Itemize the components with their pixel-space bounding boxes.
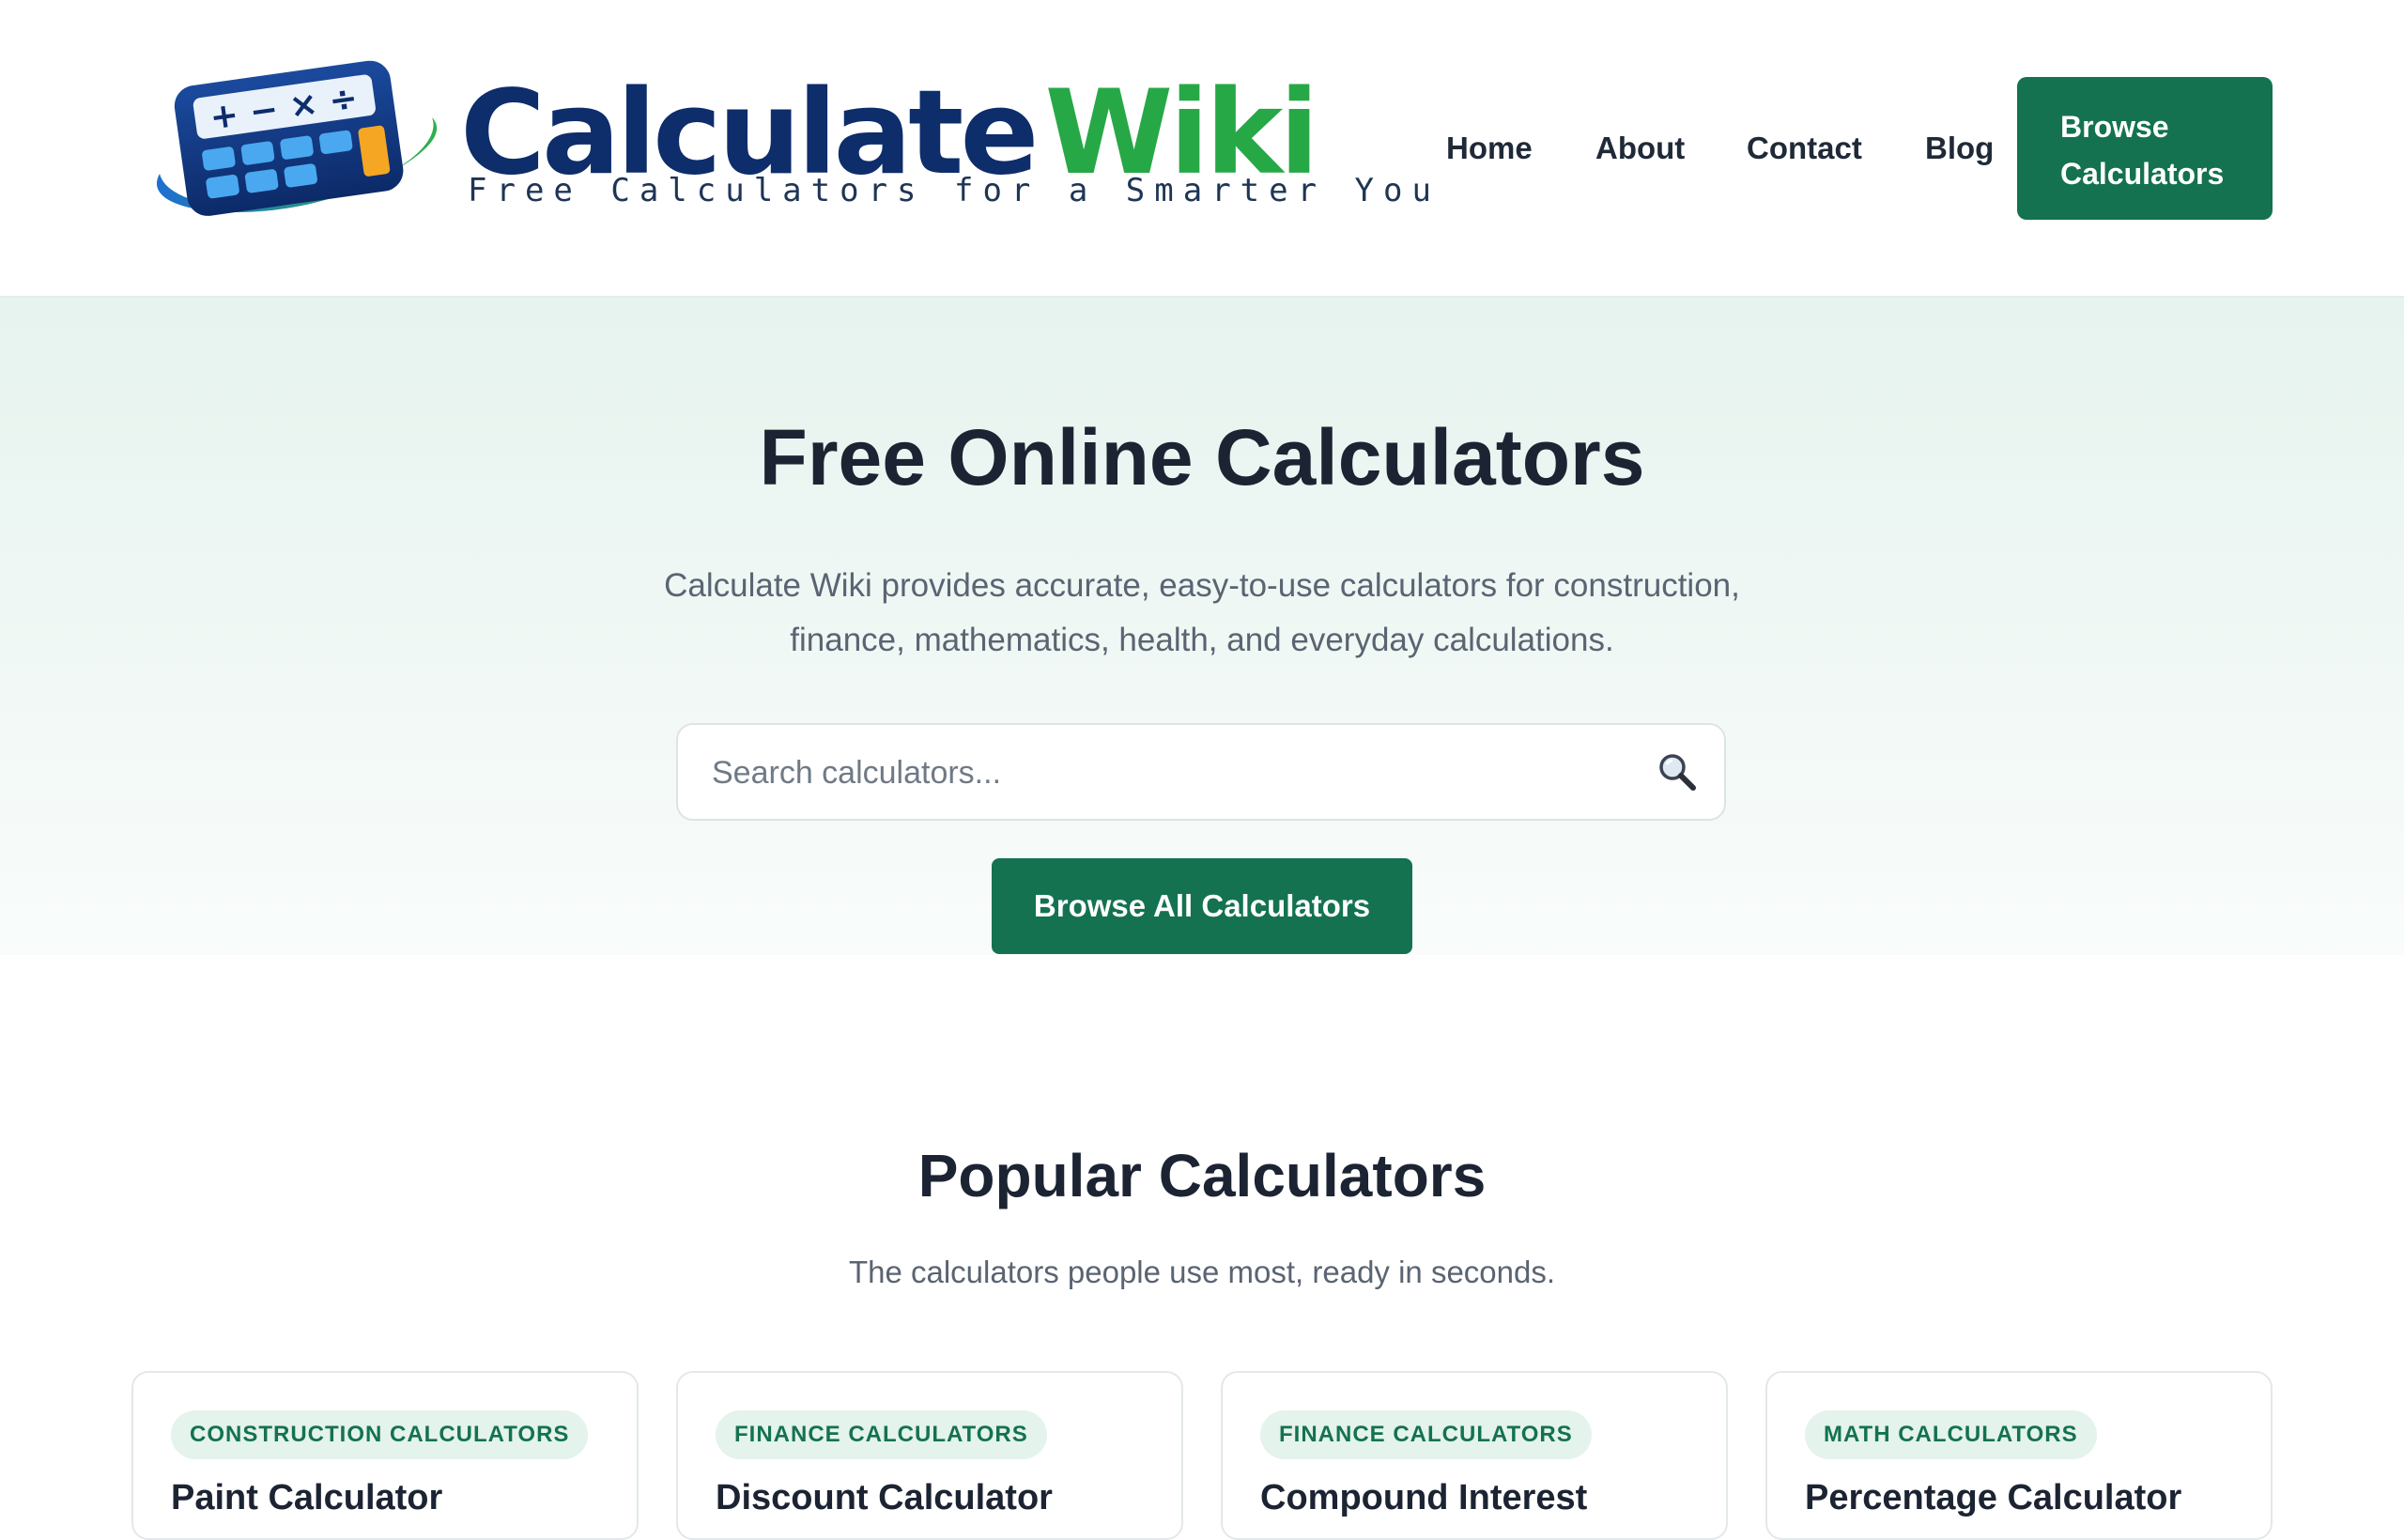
search-input[interactable] [710,725,1615,821]
card-title: Discount Calculator [716,1478,1053,1517]
card-title: Paint Calculator [171,1478,443,1517]
browse-all-calculators-button[interactable]: Browse All Calculators [992,858,1412,954]
browse-calculators-button[interactable]: Browse Calculators [2017,77,2273,220]
calculator-card-compound-interest[interactable]: FINANCE CALCULATORS Compound Interest [1221,1371,1728,1540]
hero-section: Free Online Calculators Calculate Wiki p… [0,298,2404,955]
calculator-card-percentage[interactable]: MATH CALCULATORS Percentage Calculator [1765,1371,2273,1540]
cta-label-line1: Browse [2060,110,2169,144]
search-box [676,723,1726,821]
hero-subtitle-line2: finance, mathematics, health, and everyd… [790,622,1614,658]
category-badge: CONSTRUCTION CALCULATORS [171,1410,589,1459]
category-badge: MATH CALCULATORS [1805,1410,2097,1459]
popular-section-subtitle: The calculators people use most, ready i… [848,1255,1556,1289]
card-title: Compound Interest [1260,1478,1588,1517]
nav-about-link[interactable]: About [1595,120,1685,177]
site-logo[interactable]: + − × ÷ CalculateWiki Free Calculators f… [131,52,1431,230]
popular-section-title: Popular Calculators [917,1142,1487,1209]
hero-title: Free Online Calculators [759,413,1645,501]
logo-tagline: Free Calculators for a Smarter You [468,172,1441,209]
hero-subtitle: Calculate Wiki provides accurate, easy-t… [563,559,1841,668]
nav-blog-link[interactable]: Blog [1925,120,1994,177]
category-badge: FINANCE CALCULATORS [1260,1410,1592,1459]
category-badge: FINANCE CALCULATORS [716,1410,1047,1459]
card-title: Percentage Calculator [1805,1478,2182,1517]
calculator-card-paint[interactable]: CONSTRUCTION CALCULATORS Paint Calculato… [131,1371,639,1540]
site-header: + − × ÷ CalculateWiki Free Calculators f… [0,0,2404,298]
calculator-logo-icon: + − × ÷ [156,60,438,216]
search-icon[interactable] [1657,751,1698,793]
hero-subtitle-line1: Calculate Wiki provides accurate, easy-t… [664,567,1740,604]
nav-contact-link[interactable]: Contact [1747,120,1862,177]
nav-home-link[interactable]: Home [1446,120,1533,177]
calculator-card-discount[interactable]: FINANCE CALCULATORS Discount Calculator [676,1371,1183,1540]
cta-label-line2: Calculators [2060,157,2225,191]
